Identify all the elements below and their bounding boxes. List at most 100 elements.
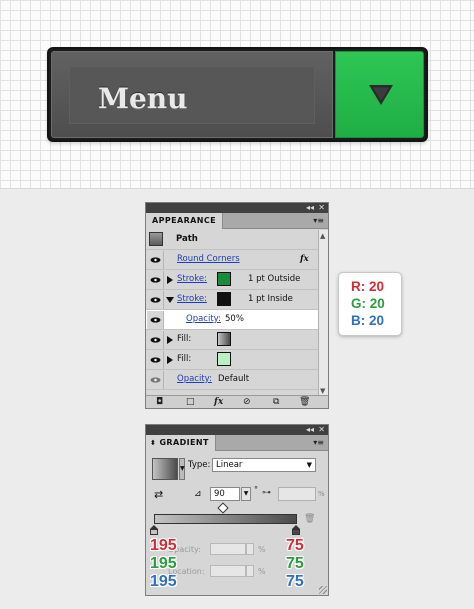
visibility-eye-icon[interactable] xyxy=(147,331,164,349)
visibility-eye-icon[interactable] xyxy=(147,251,164,269)
panel-menu-icon[interactable]: ▾≡ xyxy=(313,438,324,447)
stop-location-dropdown xyxy=(246,565,254,577)
panel-menu-icon[interactable]: ▾≡ xyxy=(313,216,324,225)
visibility-eye-icon[interactable] xyxy=(147,371,164,389)
opacity-link[interactable]: Opacity: xyxy=(177,374,212,384)
stroke-weight-value: 1 pt Inside xyxy=(248,294,293,304)
left-stop-green: 195 xyxy=(150,555,177,572)
collapse-panel-icon[interactable]: ◂◂ xyxy=(306,203,314,213)
collapse-panel-icon[interactable]: ◂◂ xyxy=(306,425,314,435)
appearance-list: Path Round Corners fx Stroke: 1 pt Outsi… xyxy=(146,230,318,397)
list-item-stroke-outside[interactable]: Stroke: 1 pt Outside xyxy=(146,270,318,290)
close-panel-icon[interactable]: ✕ xyxy=(318,203,325,213)
fill-label: Fill: xyxy=(177,354,192,364)
percent-symbol: % xyxy=(318,490,325,498)
angle-icon: ⊿ xyxy=(194,489,202,499)
angle-dropdown-icon[interactable]: ▼ xyxy=(241,487,251,501)
menu-label: Menu xyxy=(98,82,188,115)
panel-title-bar: ◂◂ ✕ xyxy=(146,425,328,435)
new-fill-icon[interactable]: □ xyxy=(186,398,195,407)
degree-symbol: ° xyxy=(254,485,258,494)
appearance-panel: ◂◂ ✕ APPEARANCE ▾≡ Path Round Corners fx… xyxy=(145,202,329,409)
aspect-ratio-input xyxy=(278,487,316,501)
red-value: R: 20 xyxy=(351,279,385,294)
list-item-stroke-inside[interactable]: Stroke: 1 pt Inside xyxy=(146,290,318,310)
visibility-eye-icon[interactable] xyxy=(147,311,164,329)
stroke-fill-icon[interactable]: ◘ xyxy=(156,398,163,407)
gradient-presets-dropdown-icon[interactable]: ▼ xyxy=(179,458,185,480)
stroke-link[interactable]: Stroke: xyxy=(177,274,207,284)
list-item-fill-green[interactable]: Fill: xyxy=(146,350,318,370)
chevron-down-icon: ▼ xyxy=(306,461,312,469)
menu-button[interactable]: Menu xyxy=(47,47,428,142)
fx-icon[interactable]: fx xyxy=(214,398,223,407)
stroke-link[interactable]: Stroke: xyxy=(177,294,207,304)
blue-value: B: 20 xyxy=(351,313,385,328)
collapse-triangle-icon[interactable] xyxy=(166,297,174,303)
reverse-gradient-icon[interactable]: ⇄ xyxy=(154,488,168,502)
list-item-object-opacity[interactable]: Opacity: Default xyxy=(146,370,318,390)
object-type-label: Path xyxy=(176,234,198,244)
delete-stop-icon[interactable]: 🗑 xyxy=(304,514,315,524)
expand-triangle-icon[interactable] xyxy=(167,276,173,284)
visibility-eye-icon[interactable] xyxy=(147,271,164,289)
right-stop-green: 75 xyxy=(286,555,304,572)
percent-symbol: % xyxy=(258,567,266,576)
fill-gradient-swatch[interactable] xyxy=(217,332,231,346)
gradient-panel: ◂◂ ✕ ⬍ GRADIENT ▾≡ ▼ Type: Linear ▼ ⇄ ⊿ … xyxy=(145,424,329,596)
gradient-midpoint-diamond[interactable] xyxy=(217,502,229,514)
left-stop-red: 195 xyxy=(150,537,177,554)
rgb-callout: R: 20 G: 20 B: 20 xyxy=(338,272,402,336)
gradient-controls: ▼ Type: Linear ▼ ⇄ ⊿ 90 ▼ ° ⊶ % 🗑 Opacit… xyxy=(146,452,328,595)
close-panel-icon[interactable]: ✕ xyxy=(318,425,325,435)
tab-gradient-label: GRADIENT xyxy=(159,438,209,447)
right-stop-red: 75 xyxy=(286,537,304,554)
menu-button-left-section: Menu xyxy=(51,51,333,138)
list-item-round-corners[interactable]: Round Corners fx xyxy=(146,250,318,270)
stop-opacity-input xyxy=(210,543,246,555)
expand-triangle-icon[interactable] xyxy=(167,356,173,364)
stroke-color-swatch[interactable] xyxy=(217,272,231,286)
scroll-down-icon[interactable]: ▼ xyxy=(320,387,325,395)
gradient-type-select[interactable]: Linear ▼ xyxy=(212,458,316,472)
stroke-color-swatch[interactable] xyxy=(217,292,231,306)
gradient-stop-left[interactable] xyxy=(150,525,158,535)
tab-arrows-icon: ⬍ xyxy=(150,439,157,447)
stop-opacity-dropdown xyxy=(246,543,254,555)
appearance-bottom-toolbar: ◘ □ fx ⊘ ⧉ 🗑 xyxy=(146,395,328,408)
appearance-tab-bar: APPEARANCE ▾≡ xyxy=(146,213,328,229)
fx-icon[interactable]: fx xyxy=(300,254,309,264)
scroll-up-icon[interactable]: ▲ xyxy=(320,232,325,240)
green-value: G: 20 xyxy=(351,296,385,311)
expand-triangle-icon[interactable] xyxy=(167,336,173,344)
opacity-value: Default xyxy=(218,374,250,384)
gradient-stop-right[interactable] xyxy=(292,525,300,535)
stop-location-input xyxy=(210,565,246,577)
round-corners-link[interactable]: Round Corners xyxy=(177,254,240,264)
fill-color-swatch[interactable] xyxy=(217,352,231,366)
right-stop-blue: 75 xyxy=(286,573,304,590)
opacity-link[interactable]: Opacity: xyxy=(186,314,221,324)
gradient-type-value: Linear xyxy=(216,460,243,470)
appearance-scrollbar[interactable]: ▲ ▼ xyxy=(318,230,328,397)
gradient-tab-bar: ⬍ GRADIENT ▾≡ xyxy=(146,435,328,451)
menu-dropdown-section[interactable] xyxy=(335,51,424,138)
trash-icon[interactable]: 🗑 xyxy=(299,398,310,407)
resize-grip[interactable] xyxy=(319,586,327,594)
aspect-ratio-icon: ⊶ xyxy=(262,488,271,498)
preview-canvas: Menu xyxy=(0,0,474,189)
appearance-object-row[interactable]: Path xyxy=(146,230,318,250)
tab-gradient[interactable]: ⬍ GRADIENT xyxy=(146,435,216,451)
gradient-slider[interactable] xyxy=(154,514,297,524)
tab-appearance[interactable]: APPEARANCE xyxy=(146,213,223,229)
gradient-preview-swatch[interactable] xyxy=(152,458,178,480)
visibility-eye-icon[interactable] xyxy=(147,351,164,369)
list-item-stroke-opacity[interactable]: Opacity: 50% xyxy=(146,310,318,330)
angle-input[interactable]: 90 xyxy=(210,487,240,501)
duplicate-icon[interactable]: ⧉ xyxy=(273,398,279,407)
triangle-down-icon xyxy=(369,85,393,105)
list-item-fill-gradient[interactable]: Fill: xyxy=(146,330,318,350)
left-stop-blue: 195 xyxy=(150,573,177,590)
clear-icon[interactable]: ⊘ xyxy=(243,398,251,407)
visibility-eye-icon[interactable] xyxy=(147,291,164,309)
